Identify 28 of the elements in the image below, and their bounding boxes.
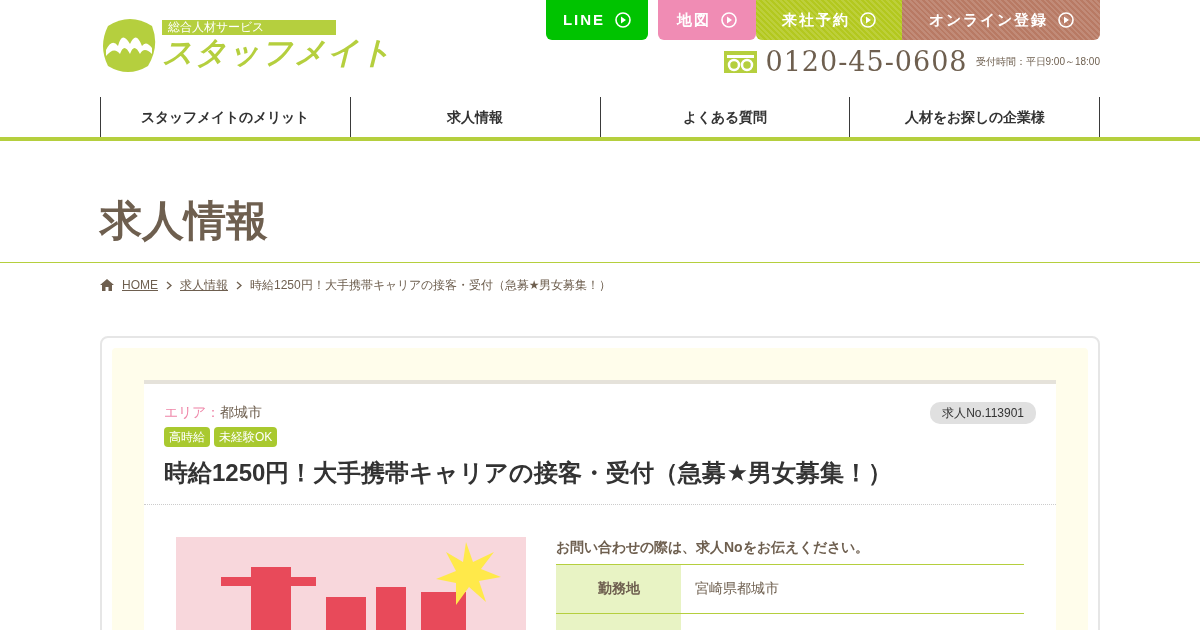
area-value: 都城市 [220, 404, 262, 420]
logo-tagline: 総合人材サービス [162, 20, 336, 35]
play-circle-icon [1057, 12, 1074, 28]
free-dial-icon [724, 50, 758, 73]
notice-text: お問い合わせの際は、求人Noをお伝えください。 [556, 537, 870, 557]
chevron-icon [166, 280, 172, 290]
detail-label: 勤務地 [556, 564, 681, 613]
play-circle-icon [860, 12, 876, 28]
job-title: 時給1250円！大手携帯キャリアの接客・受付（急募★男女募集！） [164, 459, 893, 488]
area-label: エリア： [164, 404, 220, 420]
detail-value: 宮崎県都城市 [694, 579, 779, 599]
nav-link[interactable]: 人材をお探しの企業様 [849, 97, 1100, 137]
header-button[interactable]: オンライン登録 [902, 0, 1100, 40]
job-tag: 未経験OK [214, 427, 278, 447]
chevron-icon [236, 280, 242, 290]
page-title: 求人情報 [100, 195, 269, 246]
play-circle-icon [721, 12, 737, 28]
breadcrumb-current: 時給1250円！大手携帯キャリアの接客・受付（急募★男女募集！） [250, 277, 612, 294]
business-hours: 受付時間：平日9:00～18:00 [975, 55, 1100, 69]
breadcrumb-link[interactable]: HOME [122, 276, 158, 294]
job-number: 求人No.113901 [930, 402, 1036, 424]
breadcrumb-link[interactable]: 求人情報 [180, 276, 228, 294]
phone-number: 0120-45-0608 [765, 48, 968, 75]
play-circle-icon [615, 12, 632, 28]
home-icon [100, 279, 114, 291]
logo-icon [100, 16, 158, 74]
job-tag: 高時給 [164, 427, 210, 447]
logo-text: スタッフメイト [162, 35, 393, 71]
